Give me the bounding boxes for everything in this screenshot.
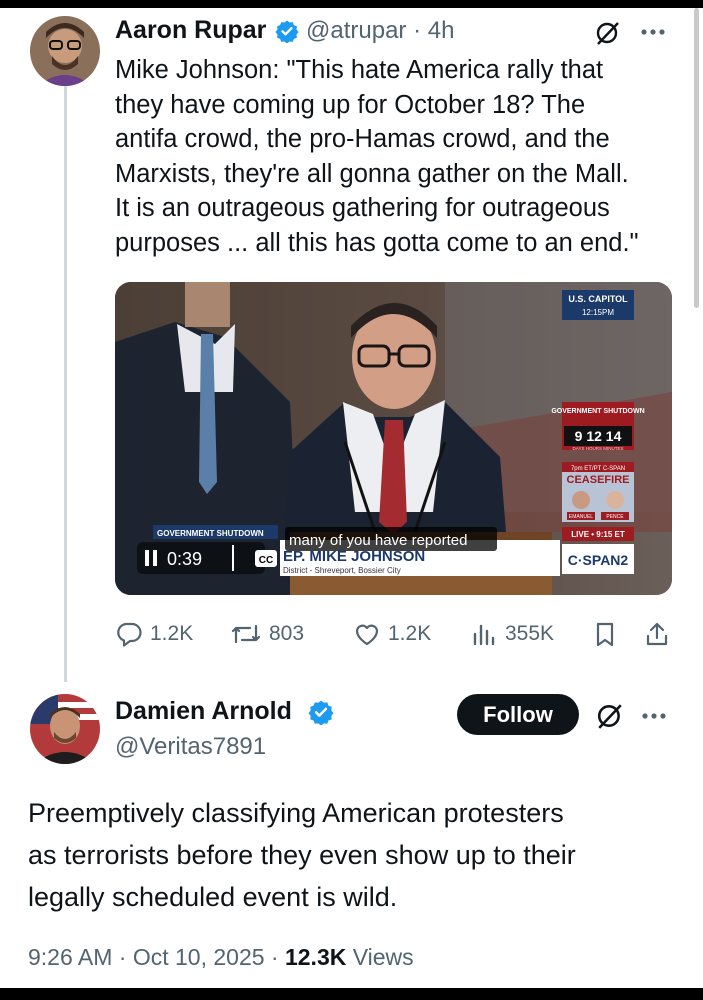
shutdown-count: 9 12 14 <box>575 428 622 444</box>
views-chart-icon <box>473 624 495 646</box>
bookmark-button[interactable] <box>591 620 619 648</box>
lower-third-sub: District - Shreveport, Bossier City <box>283 566 401 575</box>
bookmark-icon <box>596 622 614 647</box>
like-count: 1.2K <box>388 622 432 645</box>
tweet-text-line: Marxists, they're all gonna gather on th… <box>115 159 629 188</box>
video-player[interactable]: U.S. CAPITOL 12:15PM GOVERNMENT SHUTDOWN… <box>115 282 672 595</box>
reply-views-label: Views <box>346 944 414 970</box>
tweet-text-line: purposes ... all this has gotta come to … <box>115 228 639 257</box>
like-button[interactable]: 1.2K <box>353 620 431 648</box>
lower-third-label: GOVERNMENT SHUTDOWN <box>157 529 264 538</box>
scrollbar[interactable] <box>694 8 699 308</box>
reply-handle[interactable]: @Veritas7891 <box>115 733 266 761</box>
promo-time: 7pm ET/PT C-SPAN <box>571 466 625 472</box>
avatar[interactable] <box>30 694 100 764</box>
promo-right-name: PENCE <box>606 514 624 520</box>
network-bug-time: 12:15PM <box>582 308 614 317</box>
more-options-icon[interactable] <box>640 28 666 36</box>
tweet-actions: 1.2K 803 1.2K 355K <box>115 620 675 652</box>
verified-badge-icon <box>275 19 299 48</box>
network-logo: C·SPAN2 <box>568 552 629 568</box>
network-bug-label: U.S. CAPITOL <box>568 294 628 304</box>
reply-timestamp[interactable]: 9:26 AM · Oct 10, 2025 · <box>28 944 285 970</box>
tweet-text-line: they have coming up for October 18? The <box>115 90 586 119</box>
reply-views-count: 12.3K <box>284 944 347 970</box>
tweet-text-line: antifa crowd, the pro-Hamas crowd, and t… <box>115 125 610 153</box>
tweet-text-line: It is an outrageous gathering for outrag… <box>115 194 610 222</box>
pause-icon[interactable] <box>145 550 149 566</box>
video-frame: U.S. CAPITOL 12:15PM GOVERNMENT SHUTDOWN… <box>115 282 672 595</box>
author-name[interactable]: Aaron Rupar <box>115 16 266 45</box>
share-icon <box>646 622 668 646</box>
reply-text-line: legally scheduled event is wild. <box>28 882 398 912</box>
top-edge <box>0 0 703 8</box>
more-options-icon[interactable] <box>641 712 667 720</box>
repost-count: 803 <box>269 622 305 645</box>
live-label: LIVE • 9:15 ET <box>571 530 625 539</box>
grok-icon[interactable] <box>595 20 621 46</box>
reply-button[interactable]: 1.2K <box>115 620 193 648</box>
repost-button[interactable]: 803 <box>230 620 304 648</box>
grok-icon[interactable] <box>596 702 624 730</box>
verified-badge-icon <box>308 699 334 730</box>
reply-text-line: as terrorists before they even show up t… <box>28 840 576 870</box>
avatar[interactable] <box>30 16 100 86</box>
cc-label: CC <box>259 555 273 566</box>
handle-and-time[interactable]: @atrupar · 4h <box>306 17 454 45</box>
video-time: 0:39 <box>167 549 202 569</box>
promo-left-name: EMANUEL <box>569 514 593 520</box>
reply-count: 1.2K <box>150 622 194 645</box>
views-button[interactable]: 355K <box>470 620 554 648</box>
thread-connector <box>64 86 67 682</box>
reply-metadata: 9:26 AM · Oct 10, 2025 · 12.3K Views <box>28 944 414 971</box>
reply-icon <box>117 622 142 647</box>
tweet-text: Mike Johnson: "This hate America rally t… <box>115 53 639 260</box>
shutdown-label: GOVERNMENT SHUTDOWN <box>551 408 644 415</box>
promo-title: CEASEFIRE <box>567 474 630 486</box>
reply-author-name[interactable]: Damien Arnold <box>115 697 292 726</box>
heart-icon <box>355 624 379 646</box>
repost-icon <box>231 624 261 644</box>
reply-text: Preemptively classifying American protes… <box>28 792 576 918</box>
views-count: 355K <box>505 622 555 645</box>
tweet-text-line: Mike Johnson: "This hate America rally t… <box>115 56 604 84</box>
bottom-edge <box>0 988 703 1000</box>
reply-text-line: Preemptively classifying American protes… <box>28 798 564 828</box>
share-button[interactable] <box>643 620 671 648</box>
follow-button[interactable]: Follow <box>457 694 579 735</box>
closed-caption: many of you have reported <box>289 532 467 549</box>
shutdown-units: DAYS HOURS MINUTES <box>573 446 624 451</box>
